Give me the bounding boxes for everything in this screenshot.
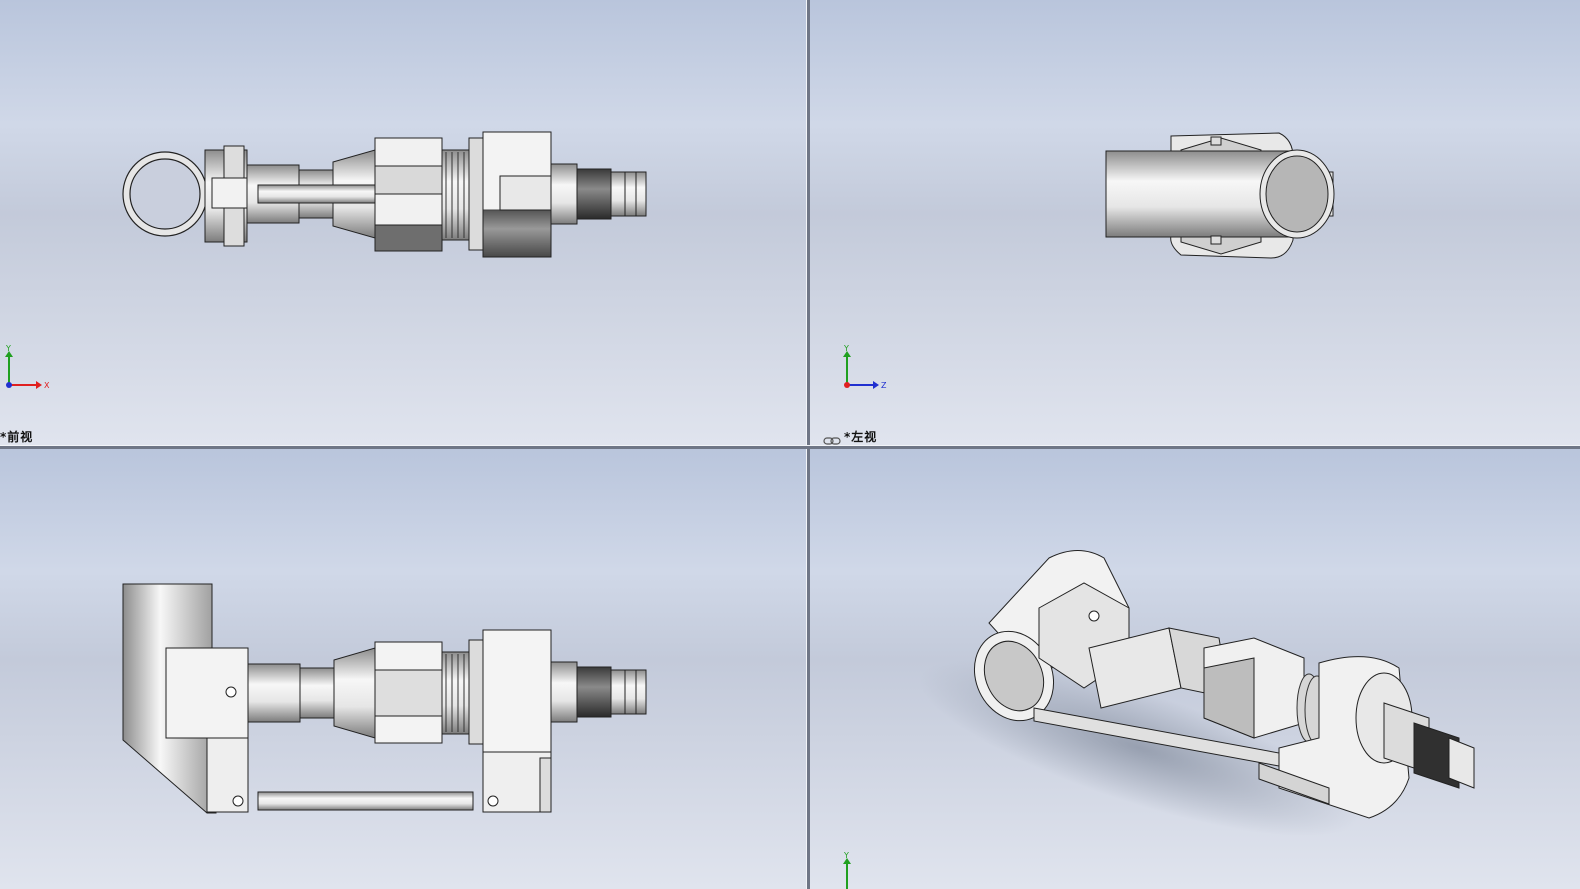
front-view-model[interactable] [0,0,807,445]
isometric-viewport[interactable]: Y [809,448,1580,889]
front-viewport[interactable]: X Y *前视 [0,0,807,445]
front-view-label: *前视 [0,430,34,444]
left-view-label: *左视 [844,430,878,444]
viewport-splitter-horizontal[interactable] [0,445,1580,449]
axis-y-label: Y [843,344,849,353]
top-viewport[interactable] [0,448,807,889]
coordinate-triad: Z Y [839,343,899,395]
axis-y-label: Y [843,852,849,860]
left-viewport[interactable]: Z Y *左视 [809,0,1580,445]
left-view-model[interactable] [809,0,1580,445]
coordinate-triad: Y [839,851,869,889]
chain-link-icon[interactable] [823,431,841,445]
axis-z-label: Z [881,381,887,390]
top-view-model[interactable] [0,448,807,889]
coordinate-triad: X Y [2,343,62,395]
isometric-view-model[interactable] [809,448,1580,889]
axis-x-label: X [44,381,50,390]
axis-y-label: Y [5,344,11,353]
